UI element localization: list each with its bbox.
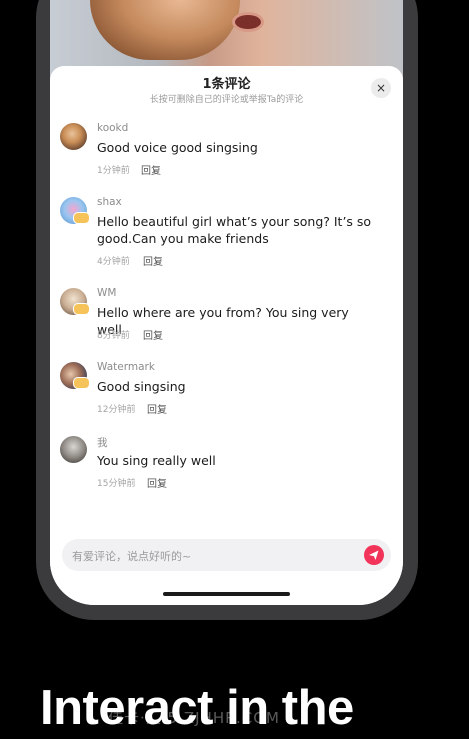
comment-time: 12分钟前: [97, 405, 136, 415]
home-indicator: [163, 592, 290, 596]
comment-username[interactable]: kookd: [97, 122, 128, 134]
comment-sheet: 1条评论 长按可删除自己的评论或举报Ta的评论 × kookd Good voi…: [50, 66, 403, 605]
reply-button[interactable]: 回复: [147, 401, 167, 416]
avatar[interactable]: [60, 436, 87, 463]
sheet-subtitle: 长按可删除自己的评论或举报Ta的评论: [149, 95, 304, 105]
avatar[interactable]: [60, 123, 87, 150]
video-person: [90, 0, 240, 60]
comment-time: 4分钟前: [97, 257, 130, 267]
comment-time: 15分钟前: [97, 479, 136, 489]
comment-text: Good voice good singsing: [97, 140, 258, 155]
comment-username[interactable]: shax: [97, 196, 122, 208]
reply-button[interactable]: 回复: [141, 162, 161, 177]
sheet-title: 1条评论: [202, 77, 251, 92]
comment-time: 1分钟前: [97, 166, 130, 176]
send-arrow-icon: [369, 550, 379, 560]
comment-username[interactable]: WM: [97, 287, 116, 299]
comment-username[interactable]: Watermark: [97, 361, 155, 373]
comment-text: Hello where are you from? You sing very …: [97, 305, 349, 337]
level-badge: [73, 212, 90, 224]
comment-text: You sing really well: [97, 453, 216, 468]
comment-username[interactable]: 我: [97, 435, 108, 450]
video-person-mouth: [235, 15, 261, 29]
comment-text: Good singsing: [97, 379, 186, 394]
level-badge: [73, 377, 90, 389]
comment-text: Hello beautiful girl what’s your song? I…: [97, 214, 372, 246]
watermark: 佳卡·汇 5 ZJHHR.COM: [108, 709, 280, 727]
close-icon[interactable]: ×: [371, 78, 391, 98]
comment-time: 8分钟前: [97, 331, 130, 341]
comment-input[interactable]: [70, 539, 354, 573]
send-icon[interactable]: [364, 545, 384, 565]
phone-screen: 1条评论 长按可删除自己的评论或举报Ta的评论 × kookd Good voi…: [50, 0, 403, 605]
reply-button[interactable]: 回复: [147, 475, 167, 490]
reply-button[interactable]: 回复: [143, 253, 163, 268]
comment-input-bar[interactable]: [62, 539, 391, 573]
reply-button[interactable]: 回复: [143, 327, 163, 342]
level-badge: [73, 303, 90, 315]
